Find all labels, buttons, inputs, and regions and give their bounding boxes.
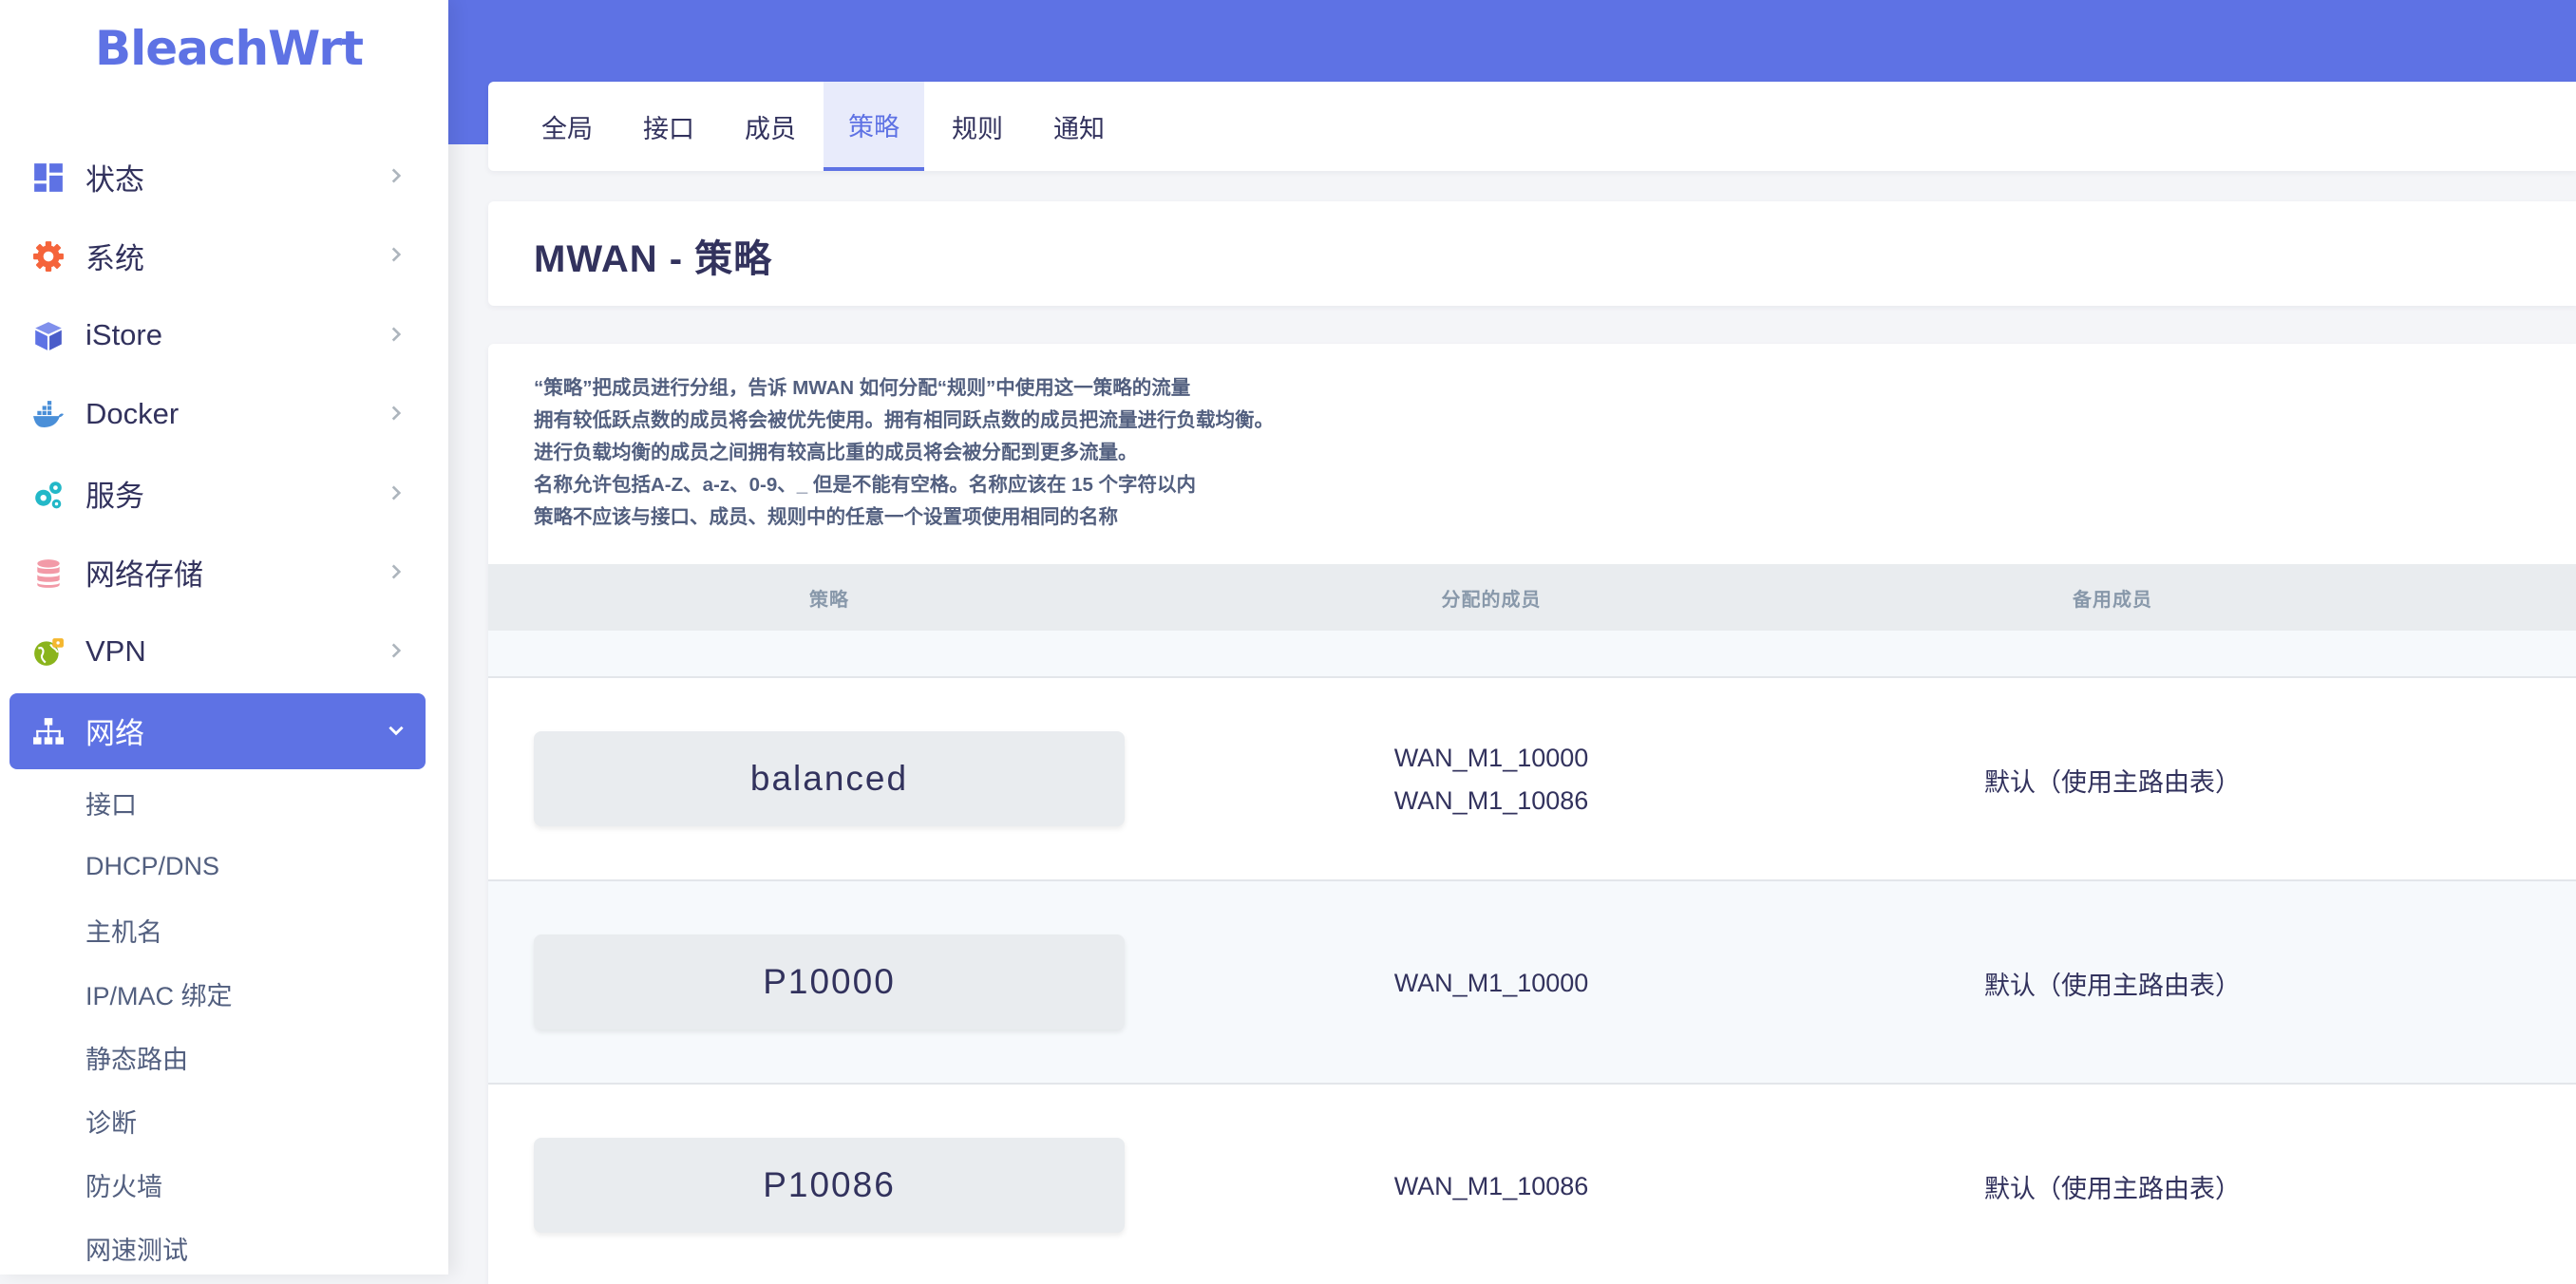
description-line: 进行负载均衡的成员之间拥有较高比重的成员将会被分配到更多流量。 xyxy=(534,442,1138,463)
policies-section: “策略”把成员进行分组，告诉 MWAN 如何分配“规则”中使用这一策略的流量 拥… xyxy=(488,344,2576,1284)
column-header-backup-member: 备用成员 xyxy=(2073,589,2152,611)
backup-member-cell: 默认（使用主路由表） xyxy=(1984,767,2241,797)
table-row: balanced WAN_M1_10000 WAN_M1_10086 默认（使用… xyxy=(488,678,2576,881)
chevron-right-icon xyxy=(391,327,402,342)
submenu-item-speedtest[interactable]: 网速测试 xyxy=(0,1217,426,1280)
chevron-right-icon xyxy=(391,247,402,262)
column-header-assigned-members: 分配的成员 xyxy=(1441,589,1542,611)
member-name: WAN_M1_10086 xyxy=(1393,1171,1589,1200)
tab-policies[interactable]: 策略 xyxy=(824,82,924,171)
submenu-item-dhcp-dns[interactable]: DHCP/DNS xyxy=(0,835,426,898)
backup-member-cell: 默认（使用主路由表） xyxy=(1984,1174,2241,1203)
network-submenu: 接口 DHCP/DNS 主机名 IP/MAC 绑定 静态路由 诊断 防火墙 网速… xyxy=(0,771,426,1280)
sidebar-item-network-storage[interactable]: 网络存储 xyxy=(9,535,426,611)
docker-icon xyxy=(33,401,64,428)
sitemap-icon xyxy=(33,717,64,745)
chevron-right-icon xyxy=(391,406,402,421)
chevron-right-icon xyxy=(391,564,402,579)
table-row: P10086 WAN_M1_10086 默认（使用主路由表） xyxy=(488,1085,2576,1284)
sidebar-item-label: 服务 xyxy=(85,480,144,514)
description-line: 名称允许包括A-Z、a-z、0-9、_ 但是不能有空格。名称应该在 15 个字符… xyxy=(534,474,1197,496)
app-logo[interactable]: BleachWrt xyxy=(95,21,364,76)
sidebar-item-label: Docker xyxy=(85,397,180,431)
member-name: WAN_M1_10086 xyxy=(1393,786,1589,815)
chevron-down-icon xyxy=(388,726,404,736)
submenu-item-diagnostics[interactable]: 诊断 xyxy=(0,1089,426,1153)
description-line: 策略不应该与接口、成员、规则中的任意一个设置项使用相同的名称 xyxy=(534,506,1118,528)
sidebar-item-label: 状态 xyxy=(85,162,144,197)
sidebar-item-label: VPN xyxy=(85,634,146,669)
sidebar-item-system[interactable]: 系统 xyxy=(9,217,426,293)
sidebar-item-label: 网络 xyxy=(85,717,144,751)
backup-member-cell: 默认（使用主路由表） xyxy=(1984,971,2241,1000)
assigned-members-cell: WAN_M1_10000 WAN_M1_10086 xyxy=(1292,678,1691,881)
chevron-right-icon xyxy=(391,485,402,500)
section-description: “策略”把成员进行分组，告诉 MWAN 如何分配“规则”中使用这一策略的流量 拥… xyxy=(534,372,1274,534)
policy-name-button[interactable]: balanced xyxy=(534,731,1125,826)
sidebar-item-status[interactable]: 状态 xyxy=(9,139,426,215)
chevron-right-icon xyxy=(391,643,402,658)
tab-bar: 全局 接口 成员 策略 规则 通知 xyxy=(488,82,2576,171)
sidebar-item-istore[interactable]: iStore xyxy=(9,297,426,373)
member-name: WAN_M1_10000 xyxy=(1393,968,1589,997)
submenu-item-ip-mac-binding[interactable]: IP/MAC 绑定 xyxy=(0,962,426,1026)
globe-lock-icon xyxy=(34,638,64,667)
sidebar-item-docker[interactable]: Docker xyxy=(9,376,426,452)
table-row: P10000 WAN_M1_10000 默认（使用主路由表） xyxy=(488,881,2576,1085)
cogs-icon xyxy=(35,481,62,508)
tab-interfaces[interactable]: 接口 xyxy=(618,82,719,171)
policy-name-button[interactable]: P10000 xyxy=(534,935,1125,1029)
cube-icon xyxy=(35,321,62,350)
gear-icon xyxy=(33,241,64,273)
submenu-item-static-routes[interactable]: 静态路由 xyxy=(0,1026,426,1089)
page-title: MWAN - 策略 xyxy=(534,238,773,280)
column-header-policy: 策略 xyxy=(809,589,849,611)
submenu-item-firewall[interactable]: 防火墙 xyxy=(0,1153,426,1217)
table-header: 策略 分配的成员 备用成员 xyxy=(488,564,2576,631)
sidebar-menu: 状态 系统 iStore Docker 服务 网络存储 VPN 网络 xyxy=(9,139,426,772)
sidebar-item-network[interactable]: 网络 xyxy=(9,692,426,769)
description-line: “策略”把成员进行分组，告诉 MWAN 如何分配“规则”中使用这一策略的流量 xyxy=(534,377,1191,399)
tab-members[interactable]: 成员 xyxy=(720,82,821,171)
tab-notifications[interactable]: 通知 xyxy=(1029,82,1129,171)
page-title-card: MWAN - 策略 xyxy=(488,201,2576,306)
sidebar-item-label: iStore xyxy=(85,317,162,351)
chevron-right-icon xyxy=(391,168,402,183)
sidebar-item-label: 系统 xyxy=(85,241,144,275)
sidebar-item-label: 网络存储 xyxy=(85,558,203,593)
tab-global[interactable]: 全局 xyxy=(517,82,617,171)
table-header-spacer xyxy=(488,631,2576,678)
sidebar: BleachWrt 状态 系统 iStore Docker 服务 网络存储 VP… xyxy=(0,0,448,1275)
sidebar-item-vpn[interactable]: VPN xyxy=(9,614,426,689)
tab-rules[interactable]: 规则 xyxy=(927,82,1028,171)
assigned-members-cell: WAN_M1_10086 xyxy=(1292,1085,1691,1284)
description-line: 拥有较低跃点数的成员将会被优先使用。拥有相同跃点数的成员把流量进行负载均衡。 xyxy=(534,409,1274,431)
submenu-item-interfaces[interactable]: 接口 xyxy=(0,771,426,835)
policy-name-button[interactable]: P10086 xyxy=(534,1138,1125,1233)
assigned-members-cell: WAN_M1_10000 xyxy=(1292,881,1691,1085)
member-name: WAN_M1_10000 xyxy=(1393,744,1589,772)
sidebar-item-services[interactable]: 服务 xyxy=(9,456,426,532)
database-icon xyxy=(37,559,60,588)
submenu-item-hostnames[interactable]: 主机名 xyxy=(0,898,426,962)
dashboard-icon xyxy=(34,163,63,192)
